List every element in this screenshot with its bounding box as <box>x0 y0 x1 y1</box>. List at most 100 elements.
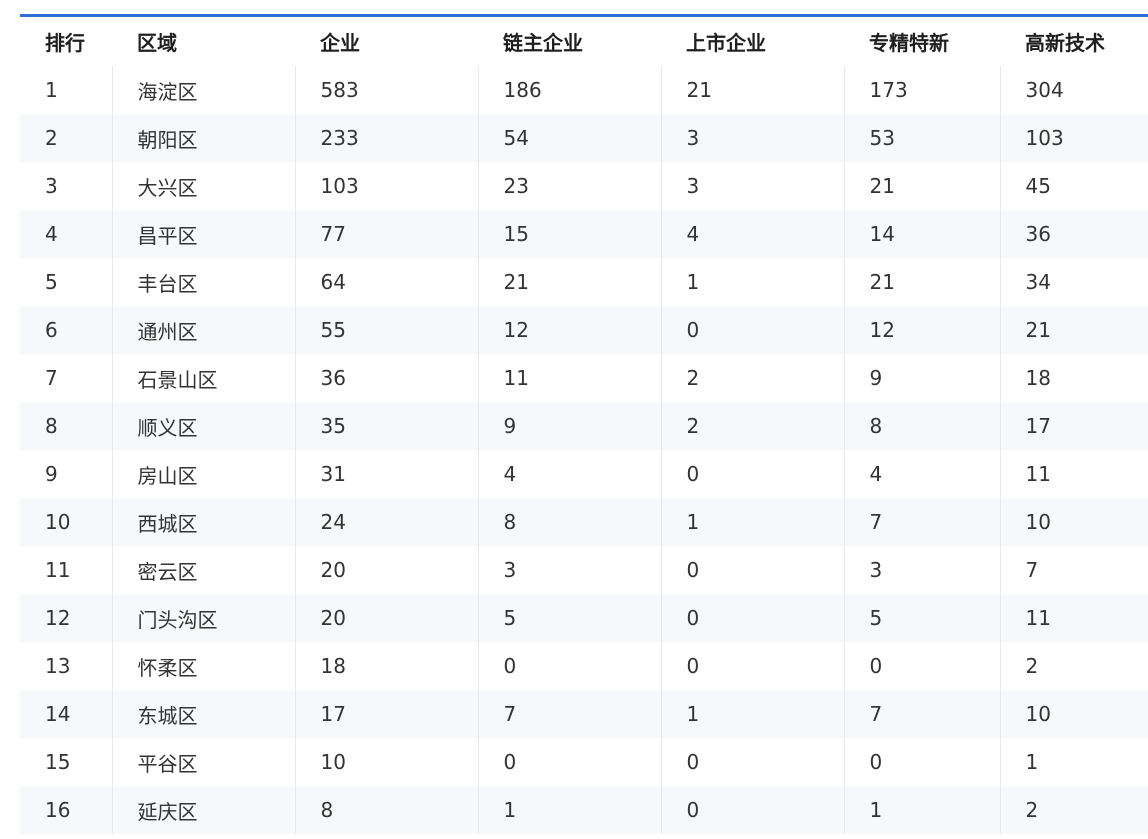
table-row[interactable]: 7 石景山区 36 11 2 9 18 <box>20 354 1148 402</box>
chain-leaders-cell: 186 <box>477 66 661 114</box>
rank-cell: 1 <box>20 66 112 114</box>
rank-cell: 11 <box>20 546 112 594</box>
high-tech-cell: 2 <box>999 642 1148 690</box>
rank-cell: 16 <box>20 786 112 834</box>
rank-cell: 8 <box>20 402 112 450</box>
high-tech-cell: 36 <box>999 210 1148 258</box>
enterprises-cell: 233 <box>294 114 478 162</box>
region-cell: 怀柔区 <box>111 642 295 690</box>
chain-leaders-cell: 0 <box>477 738 661 786</box>
enterprises-cell: 20 <box>294 594 478 642</box>
table-row[interactable]: 6 通州区 55 12 0 12 21 <box>20 306 1148 354</box>
high-tech-cell: 2 <box>999 786 1148 834</box>
specialized-cell: 7 <box>843 498 1000 546</box>
specialized-cell: 8 <box>843 402 1000 450</box>
high-tech-cell: 304 <box>999 66 1148 114</box>
region-cell: 昌平区 <box>111 210 295 258</box>
region-cell: 东城区 <box>111 690 295 738</box>
region-cell: 延庆区 <box>111 786 295 834</box>
specialized-cell: 14 <box>843 210 1000 258</box>
enterprises-cell: 31 <box>294 450 478 498</box>
listed-cell: 0 <box>660 546 844 594</box>
high-tech-cell: 103 <box>999 114 1148 162</box>
specialized-cell: 12 <box>843 306 1000 354</box>
header-specialized[interactable]: 专精特新 <box>844 17 1000 66</box>
header-high-tech[interactable]: 高新技术 <box>1000 17 1148 66</box>
region-cell: 顺义区 <box>111 402 295 450</box>
rank-cell: 7 <box>20 354 112 402</box>
listed-cell: 1 <box>660 690 844 738</box>
table-row[interactable]: 14 东城区 17 7 1 7 10 <box>20 690 1148 738</box>
table-row[interactable]: 2 朝阳区 233 54 3 53 103 <box>20 114 1148 162</box>
enterprises-cell: 17 <box>294 690 478 738</box>
high-tech-cell: 34 <box>999 258 1148 306</box>
header-enterprises[interactable]: 企业 <box>295 17 478 66</box>
header-chain-leaders[interactable]: 链主企业 <box>478 17 661 66</box>
region-cell: 房山区 <box>111 450 295 498</box>
region-cell: 朝阳区 <box>111 114 295 162</box>
table-row[interactable]: 16 延庆区 8 1 0 1 2 <box>20 786 1148 834</box>
listed-cell: 0 <box>660 450 844 498</box>
region-cell: 门头沟区 <box>111 594 295 642</box>
table-body: 1 海淀区 583 186 21 173 304 2 朝阳区 233 54 3 53 103 3 大兴区 103… <box>20 66 1148 834</box>
table-row[interactable]: 15 平谷区 10 0 0 0 1 <box>20 738 1148 786</box>
table-row[interactable]: 8 顺义区 35 9 2 8 17 <box>20 402 1148 450</box>
table-row[interactable]: 3 大兴区 103 23 3 21 45 <box>20 162 1148 210</box>
specialized-cell: 4 <box>843 450 1000 498</box>
table-row[interactable]: 10 西城区 24 8 1 7 10 <box>20 498 1148 546</box>
high-tech-cell: 7 <box>999 546 1148 594</box>
listed-cell: 0 <box>660 786 844 834</box>
rank-cell: 9 <box>20 450 112 498</box>
enterprises-cell: 8 <box>294 786 478 834</box>
enterprises-cell: 103 <box>294 162 478 210</box>
listed-cell: 1 <box>660 258 844 306</box>
header-listed[interactable]: 上市企业 <box>661 17 844 66</box>
header-row: 排行 区域 企业 链主企业 上市企业 专精特新 高新技术 <box>20 17 1148 66</box>
region-cell: 石景山区 <box>111 354 295 402</box>
ranking-table-container: 排行 区域 企业 链主企业 上市企业 专精特新 高新技术 1 海淀区 583 186 2… <box>20 0 1148 839</box>
specialized-cell: 7 <box>843 690 1000 738</box>
high-tech-cell: 45 <box>999 162 1148 210</box>
region-cell: 平谷区 <box>111 738 295 786</box>
listed-cell: 0 <box>660 738 844 786</box>
high-tech-cell: 10 <box>999 498 1148 546</box>
table-row[interactable]: 9 房山区 31 4 0 4 11 <box>20 450 1148 498</box>
rank-cell: 15 <box>20 738 112 786</box>
listed-cell: 4 <box>660 210 844 258</box>
chain-leaders-cell: 4 <box>477 450 661 498</box>
chain-leaders-cell: 15 <box>477 210 661 258</box>
high-tech-cell: 17 <box>999 402 1148 450</box>
specialized-cell: 53 <box>843 114 1000 162</box>
header-region[interactable]: 区域 <box>112 17 295 66</box>
high-tech-cell: 18 <box>999 354 1148 402</box>
table-row[interactable]: 5 丰台区 64 21 1 21 34 <box>20 258 1148 306</box>
enterprises-cell: 77 <box>294 210 478 258</box>
specialized-cell: 21 <box>843 162 1000 210</box>
specialized-cell: 173 <box>843 66 1000 114</box>
header-rank[interactable]: 排行 <box>20 17 112 66</box>
specialized-cell: 1 <box>843 786 1000 834</box>
table-row[interactable]: 4 昌平区 77 15 4 14 36 <box>20 210 1148 258</box>
table-row[interactable]: 11 密云区 20 3 0 3 7 <box>20 546 1148 594</box>
specialized-cell: 21 <box>843 258 1000 306</box>
table-header: 排行 区域 企业 链主企业 上市企业 专精特新 高新技术 <box>20 17 1148 66</box>
region-cell: 海淀区 <box>111 66 295 114</box>
listed-cell: 0 <box>660 594 844 642</box>
listed-cell: 1 <box>660 498 844 546</box>
region-cell: 丰台区 <box>111 258 295 306</box>
rank-cell: 2 <box>20 114 112 162</box>
listed-cell: 3 <box>660 114 844 162</box>
table-row[interactable]: 13 怀柔区 18 0 0 0 2 <box>20 642 1148 690</box>
table-row[interactable]: 12 门头沟区 20 5 0 5 11 <box>20 594 1148 642</box>
listed-cell: 2 <box>660 354 844 402</box>
region-cell: 通州区 <box>111 306 295 354</box>
table-row[interactable]: 1 海淀区 583 186 21 173 304 <box>20 66 1148 114</box>
high-tech-cell: 11 <box>999 594 1148 642</box>
rank-cell: 12 <box>20 594 112 642</box>
high-tech-cell: 21 <box>999 306 1148 354</box>
high-tech-cell: 1 <box>999 738 1148 786</box>
rank-cell: 3 <box>20 162 112 210</box>
enterprises-cell: 36 <box>294 354 478 402</box>
chain-leaders-cell: 3 <box>477 546 661 594</box>
chain-leaders-cell: 11 <box>477 354 661 402</box>
